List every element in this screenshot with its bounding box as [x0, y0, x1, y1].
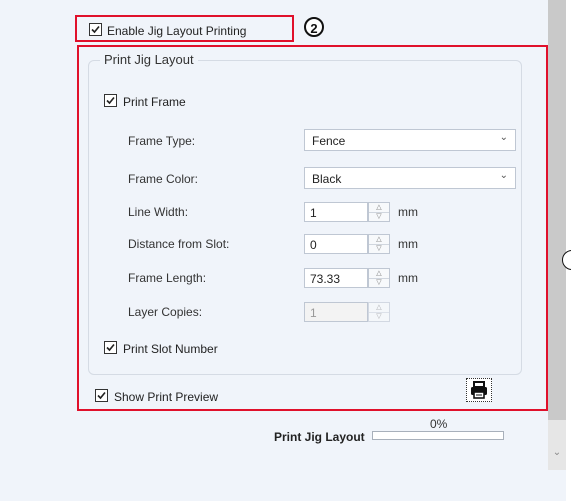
spin-down-icon: ▽ [376, 313, 382, 320]
progress-label: Print Jig Layout [274, 430, 365, 444]
frame-length-spinner[interactable]: △ ▽ [368, 268, 390, 288]
print-slot-number-checkbox[interactable] [104, 341, 117, 354]
show-print-preview-label[interactable]: Show Print Preview [114, 390, 218, 404]
enable-jig-layout-checkbox[interactable] [89, 23, 102, 36]
scrollbar-thumb[interactable] [548, 0, 566, 420]
printer-icon [471, 381, 487, 399]
frame-type-value: Fence [312, 134, 346, 148]
frame-type-dropdown[interactable]: Fence ⌄ [304, 129, 516, 151]
distance-from-slot-input[interactable]: 0 [304, 234, 368, 254]
progress-bar [372, 431, 504, 440]
annotation-number: 2 [304, 17, 324, 37]
spin-down-icon[interactable]: ▽ [369, 278, 389, 287]
distance-from-slot-label: Distance from Slot: [128, 237, 230, 251]
layer-copies-label: Layer Copies: [128, 305, 203, 319]
frame-length-label: Frame Length: [128, 271, 207, 285]
distance-from-slot-spinner[interactable]: △ ▽ [368, 234, 390, 254]
print-slot-number-label[interactable]: Print Slot Number [123, 342, 218, 356]
line-width-spinner[interactable]: △ ▽ [368, 202, 390, 222]
layer-copies-input: 1 [304, 302, 368, 322]
settings-panel: Enable Jig Layout Printing 2 Print Jig L… [0, 0, 548, 501]
progress-percent: 0% [430, 417, 448, 431]
frame-color-label: Frame Color: [128, 172, 199, 186]
frame-type-label: Frame Type: [128, 134, 196, 148]
vertical-scrollbar[interactable]: ⌄ [548, 0, 566, 470]
print-frame-checkbox[interactable] [104, 94, 117, 107]
chevron-down-icon: ⌄ [499, 132, 508, 143]
frame-color-dropdown[interactable]: Black ⌄ [304, 167, 516, 189]
frame-length-value: 73.33 [310, 272, 341, 286]
distance-from-slot-value: 0 [310, 238, 317, 252]
print-frame-label[interactable]: Print Frame [123, 95, 186, 109]
print-button[interactable] [466, 378, 492, 402]
spin-down-icon[interactable]: ▽ [369, 212, 389, 221]
frame-length-input[interactable]: 73.33 [304, 268, 368, 288]
frame-color-value: Black [312, 172, 342, 186]
spin-down-icon[interactable]: ▽ [369, 244, 389, 253]
group-title: Print Jig Layout [100, 52, 198, 67]
frame-length-unit: mm [398, 271, 418, 285]
chevron-down-icon: ⌄ [499, 170, 508, 181]
line-width-unit: mm [398, 205, 418, 219]
chevron-down-icon[interactable]: ⌄ [548, 444, 566, 462]
line-width-input[interactable]: 1 [304, 202, 368, 222]
show-print-preview-checkbox[interactable] [95, 389, 108, 402]
line-width-label: Line Width: [128, 205, 189, 219]
layer-copies-spinner: △ ▽ [368, 302, 390, 322]
layer-copies-value: 1 [310, 306, 317, 320]
line-width-value: 1 [310, 206, 317, 220]
distance-from-slot-unit: mm [398, 237, 418, 251]
enable-jig-layout-label[interactable]: Enable Jig Layout Printing [107, 24, 246, 38]
